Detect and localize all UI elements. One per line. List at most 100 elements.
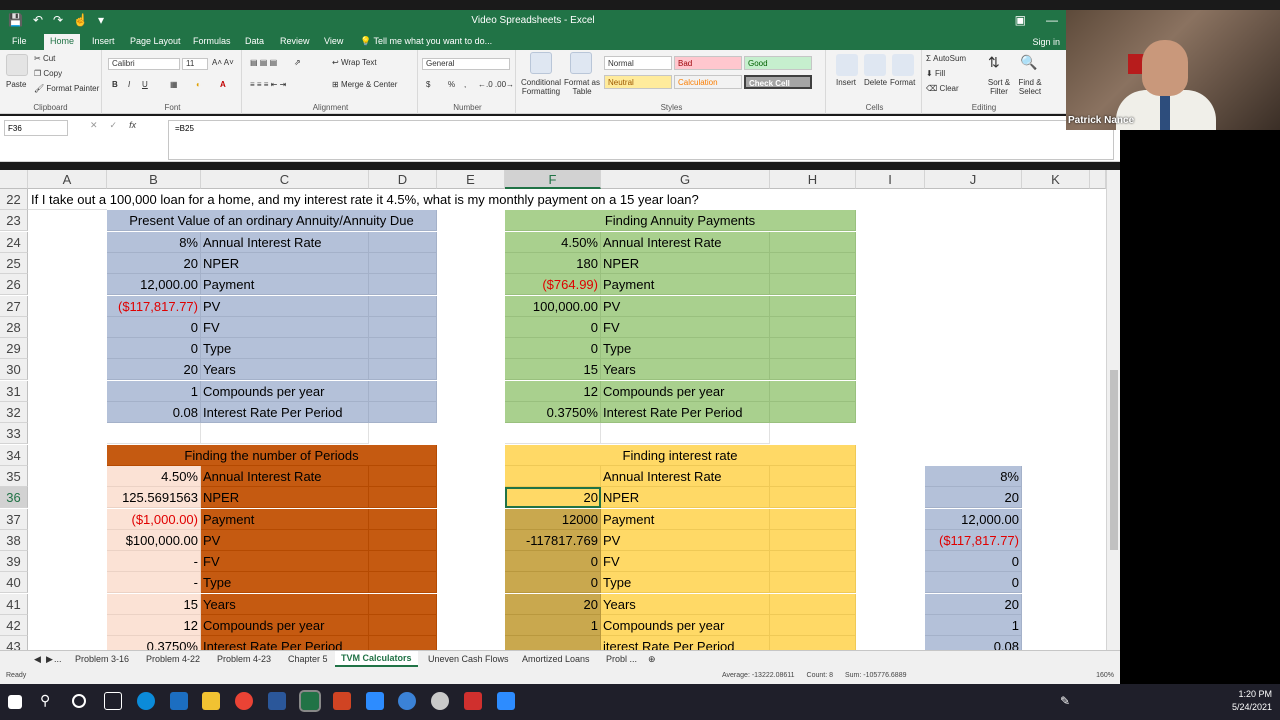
column-header-e[interactable]: E — [437, 170, 505, 189]
tab-review[interactable]: Review — [280, 36, 310, 46]
add-sheet-icon[interactable]: ⊕ — [648, 654, 656, 665]
periods-blank-5[interactable] — [369, 572, 437, 594]
vertical-scrollbar[interactable] — [1106, 170, 1120, 650]
annuity-label-7[interactable]: Compounds per year — [601, 380, 770, 402]
periods-blank-0[interactable] — [369, 465, 437, 487]
j-value-3[interactable]: ($117,817.77) — [925, 529, 1022, 551]
sign-in-link[interactable]: Sign in — [1032, 37, 1060, 47]
j-value-0[interactable]: 8% — [925, 465, 1022, 487]
sheet-tab-amortized-loans[interactable]: Amortized Loans — [522, 654, 590, 664]
periods-label-2[interactable]: Payment — [201, 508, 369, 530]
pv-value-6[interactable]: 20 — [107, 359, 201, 381]
currency-button[interactable]: $ — [426, 80, 430, 89]
annuity-value-5[interactable]: 0 — [505, 338, 601, 360]
periods-value-6[interactable]: 15 — [107, 593, 201, 615]
periods-value-3[interactable]: $100,000.00 — [107, 529, 201, 551]
annuity-blank-5[interactable] — [770, 338, 856, 360]
j-value-2[interactable]: 12,000.00 — [925, 508, 1022, 530]
j-value-1[interactable]: 20 — [925, 487, 1022, 509]
cell-c33[interactable] — [201, 423, 369, 445]
tab-insert[interactable]: Insert — [92, 36, 115, 46]
format-cells-button[interactable]: Format — [890, 78, 915, 87]
periods-table-title[interactable]: Finding the number of Periods — [107, 444, 437, 466]
annuity-value-0[interactable]: 4.50% — [505, 231, 601, 253]
decimal-icons[interactable]: ←.0 .00→ — [478, 80, 514, 89]
row-header-35[interactable]: 35 — [0, 465, 28, 487]
conditional-formatting-icon[interactable] — [530, 52, 552, 74]
periods-label-6[interactable]: Years — [201, 593, 369, 615]
row-header-26[interactable]: 26 — [0, 274, 28, 296]
sort-filter-button[interactable]: Sort & Filter — [984, 78, 1014, 96]
orientation-icon[interactable]: ⇗ — [294, 58, 301, 67]
annuity-value-2[interactable]: ($764.99) — [505, 274, 601, 296]
sheet-tab-chapter-5[interactable]: Chapter 5 — [288, 654, 328, 664]
pv-label-8[interactable]: Interest Rate Per Period — [201, 402, 369, 423]
annuity-label-2[interactable]: Payment — [601, 274, 770, 296]
row-header-29[interactable]: 29 — [0, 338, 28, 360]
cell-g33[interactable] — [601, 423, 770, 445]
tab-view[interactable]: View — [324, 36, 343, 46]
rate-label-6[interactable]: Years — [601, 593, 770, 615]
row-header-24[interactable]: 24 — [0, 231, 28, 253]
snipping-tool-icon[interactable] — [431, 692, 449, 710]
periods-blank-2[interactable] — [369, 508, 437, 530]
percent-button[interactable]: % — [448, 80, 455, 89]
row-header-25[interactable]: 25 — [0, 252, 28, 274]
row-header-28[interactable]: 28 — [0, 316, 28, 338]
pv-value-5[interactable]: 0 — [107, 338, 201, 360]
fill-color-icon[interactable]: ◐ — [196, 80, 201, 89]
j-value-4[interactable]: 0 — [925, 551, 1022, 573]
annuity-value-6[interactable]: 15 — [505, 359, 601, 381]
row-header-23[interactable]: 23 — [0, 210, 28, 232]
copy-button[interactable]: ❐ Copy — [34, 69, 62, 78]
column-header-k[interactable]: K — [1022, 170, 1090, 189]
row-header-33[interactable]: 33 — [0, 423, 28, 445]
pv-value-7[interactable]: 1 — [107, 380, 201, 402]
annuity-blank-1[interactable] — [770, 252, 856, 274]
pv-table-title[interactable]: Present Value of an ordinary Annuity/Ann… — [107, 210, 437, 232]
column-header-j[interactable]: J — [925, 170, 1022, 189]
rate-label-4[interactable]: FV — [601, 551, 770, 573]
rate-blank-6[interactable] — [770, 593, 856, 615]
pv-value-4[interactable]: 0 — [107, 316, 201, 338]
autosum-button[interactable]: Σ AutoSum — [926, 54, 966, 63]
format-cells-icon[interactable] — [892, 54, 914, 76]
powerpoint-icon[interactable] — [333, 692, 351, 710]
annuity-value-8[interactable]: 0.3750% — [505, 402, 601, 423]
clear-button[interactable]: ⌫ Clear — [926, 84, 959, 93]
column-header-h[interactable]: H — [770, 170, 856, 189]
file-explorer-icon[interactable] — [202, 692, 220, 710]
rate-label-8[interactable]: iterest Rate Per Period — [601, 636, 770, 650]
style-good[interactable]: Good — [744, 56, 812, 70]
fill-button[interactable]: ⬇ Fill — [926, 69, 945, 78]
font-size-select[interactable]: 11 — [182, 58, 208, 70]
rate-label-7[interactable]: Compounds per year — [601, 615, 770, 636]
periods-label-0[interactable]: Annual Interest Rate — [201, 465, 369, 487]
pv-label-0[interactable]: Annual Interest Rate — [201, 231, 369, 253]
rate-value-0[interactable] — [505, 465, 601, 487]
delete-cells-icon[interactable] — [864, 54, 886, 76]
sheet-tab-uneven-cash-flows[interactable]: Uneven Cash Flows — [428, 654, 509, 664]
row-header-37[interactable]: 37 — [0, 508, 28, 530]
row-header-40[interactable]: 40 — [0, 572, 28, 594]
word-icon[interactable] — [268, 692, 286, 710]
periods-blank-8[interactable] — [369, 636, 437, 650]
confirm-entry-icon[interactable]: ✓ — [110, 120, 118, 131]
pen-icon[interactable]: ✎ — [1060, 694, 1070, 708]
bold-button[interactable]: B — [112, 80, 118, 89]
pv-blank-8[interactable] — [369, 402, 437, 423]
style-neutral[interactable]: Neutral — [604, 75, 672, 89]
merge-center-button[interactable]: ⊞ Merge & Center — [332, 80, 397, 89]
zoom-level[interactable]: 160% — [1096, 672, 1114, 679]
rate-blank-2[interactable] — [770, 508, 856, 530]
rate-value-4[interactable]: 0 — [505, 551, 601, 573]
rate-value-6[interactable]: 20 — [505, 593, 601, 615]
rate-table-title[interactable]: Finding interest rate — [505, 444, 856, 466]
annuity-blank-6[interactable] — [770, 359, 856, 381]
rate-label-2[interactable]: Payment — [601, 508, 770, 530]
annuity-value-4[interactable]: 0 — [505, 316, 601, 338]
rate-value-2[interactable]: 12000 — [505, 508, 601, 530]
rate-value-8[interactable] — [505, 636, 601, 650]
rate-label-5[interactable]: Type — [601, 572, 770, 594]
ribbon-display-icon[interactable]: ▣ — [1015, 13, 1026, 27]
